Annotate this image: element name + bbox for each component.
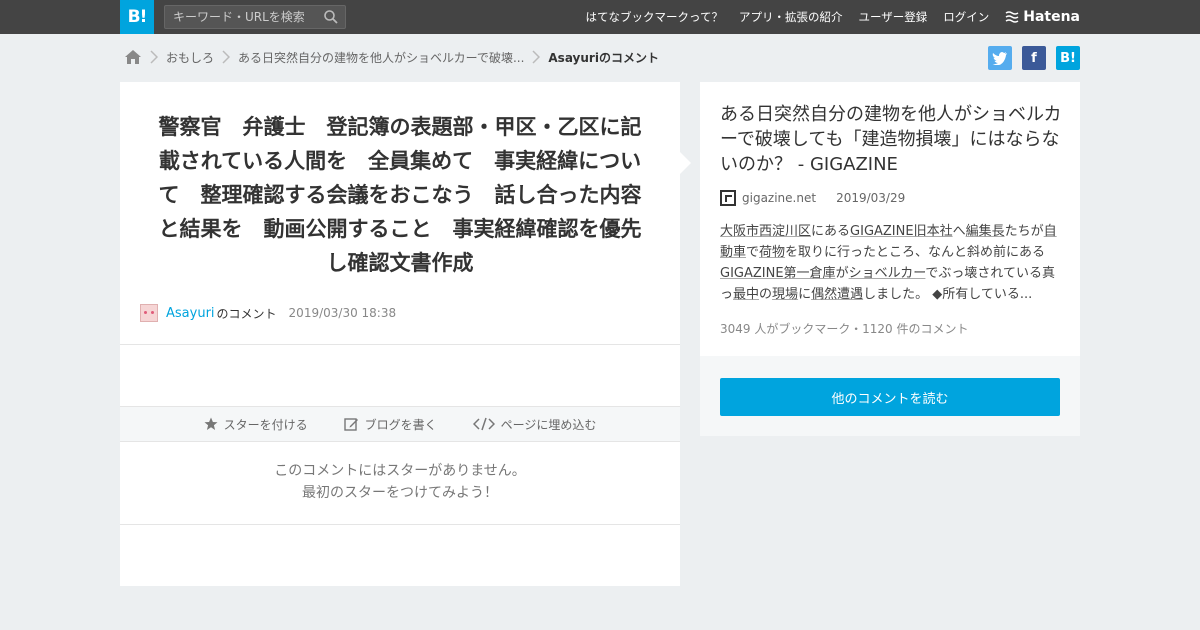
- summary-text: へ: [952, 224, 966, 239]
- comment-meta: Asayuri のコメント 2019/03/30 18:38: [140, 304, 396, 322]
- no-star-line1: このコメントにはスターがありません。: [274, 463, 526, 479]
- summary-keyword-link[interactable]: 偶然: [811, 287, 837, 302]
- edit-icon: [343, 417, 358, 431]
- summary-text: が: [835, 266, 849, 281]
- comment-date: 2019/03/30 18:38: [288, 306, 397, 320]
- summary-keyword-link[interactable]: 現場: [772, 287, 798, 302]
- facebook-share-button[interactable]: f: [1022, 46, 1046, 70]
- breadcrumb-category-link[interactable]: おもしろ: [166, 49, 214, 66]
- entry-summary: 大阪市西淀川区にあるGIGAZINE旧本社へ編集長たちが自動車で荷物を取りに行っ…: [720, 221, 1062, 305]
- nav-login-link[interactable]: ログイン: [943, 9, 989, 25]
- top-bar: B! はてなブックマークって？ アプリ・拡張の紹介 ユーザー登録 ログイン Ha…: [0, 0, 1200, 34]
- embed-button[interactable]: ページに埋め込む: [472, 416, 597, 433]
- hatena-bookmark-logo[interactable]: B!: [120, 0, 154, 34]
- search-input[interactable]: [165, 6, 315, 28]
- summary-keyword-link[interactable]: 大阪市西淀川区: [720, 224, 811, 239]
- summary-keyword-link[interactable]: 遭遇: [837, 287, 863, 302]
- hatena-mark-icon: [1005, 11, 1019, 23]
- no-star-line2: 最初のスターをつけてみよう！: [302, 485, 498, 501]
- comment-user-link[interactable]: Asayuri: [166, 306, 215, 321]
- summary-text: の: [759, 287, 773, 302]
- write-blog-button[interactable]: ブログを書く: [343, 416, 437, 433]
- comment-text: 警察官 弁護士 登記簿の表題部・甲区・乙区に記載されている人間を 全員集めて 事…: [158, 115, 642, 275]
- entry-title-link[interactable]: ある日突然自分の建物を他人がショベルカーで破壊しても「建造物損壊」にはならないの…: [720, 102, 1065, 177]
- home-icon[interactable]: [124, 49, 142, 65]
- summary-text: しました。 ◆所有している...: [863, 287, 1033, 302]
- read-other-comments-button[interactable]: 他のコメントを読む: [720, 378, 1060, 416]
- twitter-share-button[interactable]: [988, 46, 1012, 70]
- entry-counts: 3049 人がブックマーク・1120 件のコメント: [720, 322, 969, 336]
- comment-note: のコメント: [216, 306, 277, 321]
- hatena-bookmark-share-button[interactable]: B!: [1056, 46, 1080, 70]
- summary-text: たちが: [1004, 224, 1044, 239]
- summary-keyword-link[interactable]: 荷物: [759, 245, 785, 260]
- summary-keyword-link[interactable]: 編集長: [966, 224, 1005, 239]
- add-star-label: スターを付ける: [223, 417, 308, 432]
- entry-site-link[interactable]: gigazine.net: [742, 191, 816, 205]
- entry-site-info: gigazine.net 2019/03/29: [720, 190, 905, 206]
- avatar[interactable]: [140, 304, 158, 322]
- divider: [120, 524, 680, 525]
- summary-text: を取りに行ったところ、なんと斜め前にある: [785, 245, 1046, 260]
- summary-keyword-link[interactable]: ショベルカー: [849, 266, 926, 281]
- write-blog-label: ブログを書く: [364, 417, 437, 432]
- chevron-right-icon: [532, 50, 541, 64]
- gigazine-favicon-icon: [720, 190, 736, 206]
- breadcrumb-current: Asayuriのコメント: [548, 50, 659, 65]
- entry-card: ある日突然自分の建物を他人がショベルカーで破壊しても「建造物損壊」にはならないの…: [700, 82, 1080, 356]
- summary-text: に: [798, 287, 812, 302]
- summary-keyword-link[interactable]: GIGAZINE旧本社: [850, 224, 953, 239]
- comment-actions: スターを付ける ブログを書く ページに埋め込む: [120, 406, 680, 442]
- chevron-right-icon: [222, 50, 231, 64]
- summary-text: にある: [811, 224, 851, 239]
- nav-register-link[interactable]: ユーザー登録: [858, 9, 927, 25]
- hatena-brand[interactable]: Hatena: [1005, 9, 1080, 25]
- add-star-button[interactable]: スターを付ける: [204, 416, 308, 433]
- embed-label: ページに埋め込む: [500, 417, 597, 432]
- breadcrumb: おもしろ ある日突然自分の建物を他人がショベルカーで破壊... Asayuriの…: [124, 46, 659, 68]
- more-comments-area: 他のコメントを読む: [700, 356, 1080, 436]
- search-box: [164, 5, 346, 29]
- star-icon: [204, 417, 218, 430]
- nav-about-link[interactable]: はてなブックマークって？: [586, 9, 723, 25]
- no-star-message: このコメントにはスターがありません。 最初のスターをつけてみよう！: [120, 460, 680, 504]
- entry-date: 2019/03/29: [836, 191, 906, 205]
- hatena-brand-label: Hatena: [1023, 9, 1080, 25]
- breadcrumb-entry-link[interactable]: ある日突然自分の建物を他人がショベルカーで破壊...: [238, 49, 524, 66]
- twitter-icon: [992, 52, 1007, 65]
- card-pointer-arrow: [680, 152, 691, 174]
- share-buttons: f B!: [988, 46, 1080, 70]
- top-nav: はてなブックマークって？ アプリ・拡張の紹介 ユーザー登録 ログイン Haten…: [586, 0, 1080, 34]
- nav-apps-link[interactable]: アプリ・拡張の紹介: [739, 9, 843, 25]
- code-icon: [472, 417, 495, 431]
- summary-text: で: [746, 245, 760, 260]
- divider: [120, 344, 680, 345]
- summary-keyword-link[interactable]: 最中: [733, 287, 759, 302]
- chevron-right-icon: [150, 50, 158, 64]
- search-icon[interactable]: [323, 9, 339, 25]
- summary-keyword-link[interactable]: GIGAZINE第一倉庫: [720, 266, 836, 281]
- comment-card: 警察官 弁護士 登記簿の表題部・甲区・乙区に記載されている人間を 全員集めて 事…: [120, 82, 680, 586]
